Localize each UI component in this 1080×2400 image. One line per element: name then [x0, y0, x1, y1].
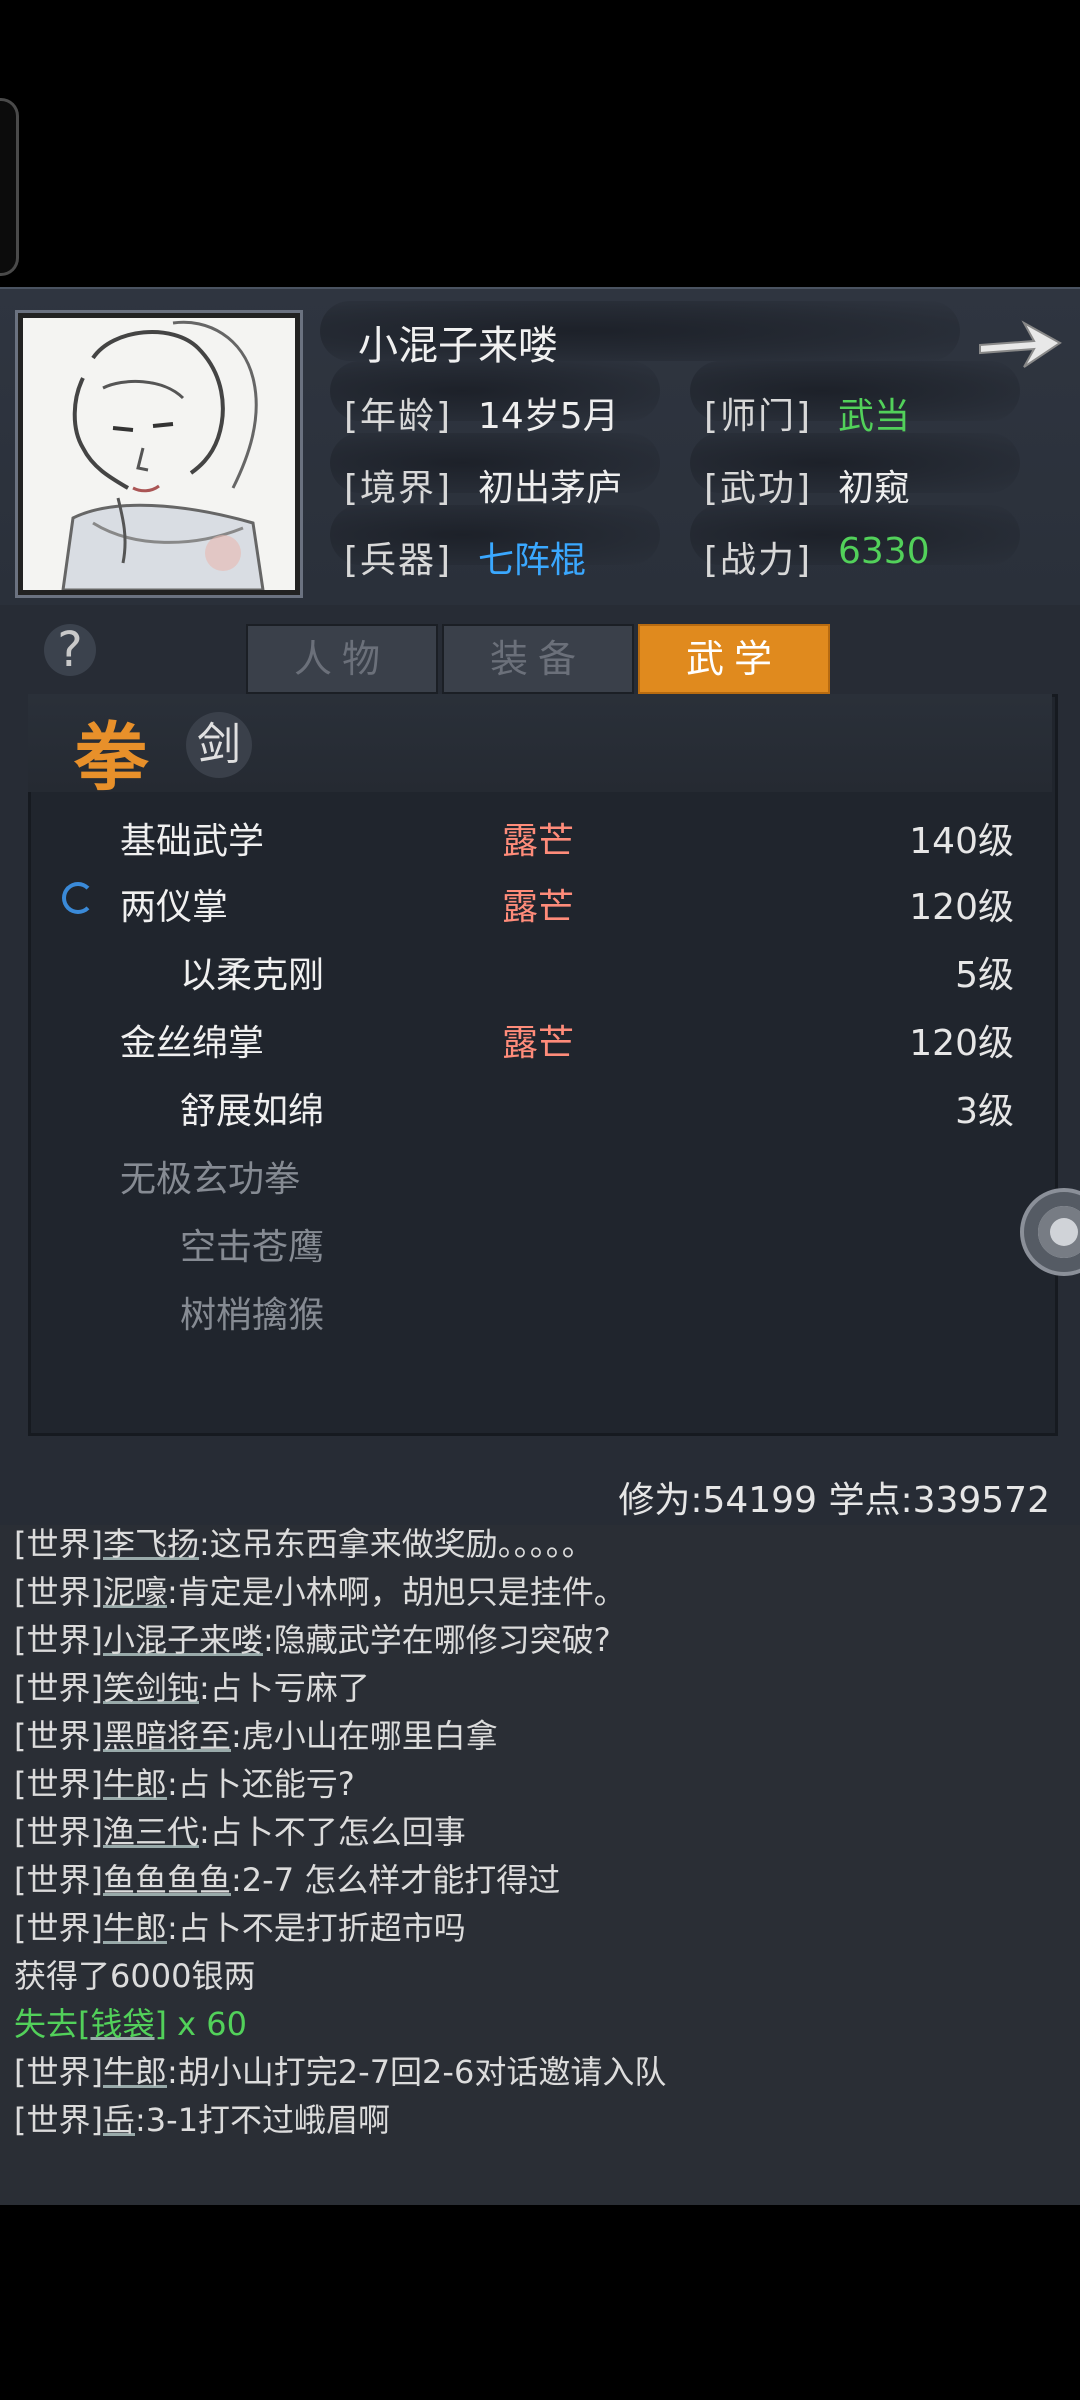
chat-username[interactable]: 牛郎 — [103, 1765, 167, 1803]
sub-skill-name-locked[interactable]: 树梢擒猴 — [180, 1286, 324, 1338]
skill-level: 5级 — [955, 955, 1014, 996]
sect-label: [师门] — [704, 396, 813, 437]
skill-level: 120级 — [909, 1023, 1014, 1064]
system-message: 失去[钱袋] x 60 — [14, 2005, 247, 2043]
chat-message: [世界]小混子来喽:隐藏武学在哪修习突破? — [14, 1621, 611, 1659]
character-header: 小混子来喽 [年龄] 14岁5月 [师门] 武当 [境界] 初出茅庐 [武功] … — [0, 287, 1080, 607]
chat-message: [世界]牛郎:占卜还能亏? — [14, 1765, 355, 1803]
next-arrow-icon[interactable] — [972, 309, 1068, 379]
chat-message: [世界]鱼鱼鱼鱼:2-7 怎么样才能打得过 — [14, 1861, 561, 1899]
chat-username[interactable]: 小混子来喽 — [103, 1621, 263, 1659]
chat-message: [世界]笑剑钝:占卜亏麻了 — [14, 1669, 370, 1707]
skill-level: 140级 — [909, 821, 1014, 862]
tab-martial-arts[interactable]: 武学 — [638, 624, 830, 694]
skill-level: 3级 — [955, 1091, 1014, 1132]
chat-username[interactable]: 牛郎 — [103, 1909, 167, 1947]
age-value: 14岁5月 — [478, 396, 619, 437]
category-sword[interactable]: 剑 — [186, 712, 252, 778]
sub-skill-name-locked[interactable]: 空击苍鹰 — [180, 1218, 324, 1270]
chat-username[interactable]: 牛郎 — [103, 2053, 167, 2091]
chat-message: [世界]李飞扬:这吊东西拿来做奖励。。。。。 — [14, 1525, 594, 1563]
chat-username[interactable]: 岳 — [103, 2101, 135, 2139]
stats-bar: 修为:54199 学点:339572 — [0, 1455, 1080, 1525]
weapon-value[interactable]: 七阵棍 — [478, 531, 586, 583]
chat-message: [世界]牛郎:占卜不是打折超市吗 — [14, 1909, 466, 1947]
chat-message: [世界]黑暗将至:虎小山在哪里白拿 — [14, 1717, 498, 1755]
chat-username[interactable]: 笑剑钝 — [103, 1669, 199, 1707]
skill-level: 120级 — [909, 887, 1014, 928]
chat-username[interactable]: 渔三代 — [103, 1813, 199, 1851]
tab-equipment[interactable]: 装备 — [442, 624, 634, 694]
cultivation-points: 修为:54199 学点:339572 — [618, 1480, 1050, 1521]
character-portrait — [18, 313, 300, 595]
power-value: 6330 — [838, 531, 930, 572]
character-name: 小混子来喽 — [358, 323, 558, 369]
age-label: [年龄] — [344, 396, 453, 437]
martial-value: 初窥 — [838, 468, 911, 509]
sub-skill-name[interactable]: 以柔克刚 — [180, 946, 324, 998]
chat-username[interactable]: 鱼鱼鱼鱼 — [103, 1861, 231, 1899]
chat-message: [世界]牛郎:胡小山打完2-7回2-6对话邀请入队 — [14, 2053, 667, 2091]
skill-name[interactable]: 基础武学 — [120, 812, 264, 864]
side-handle[interactable] — [0, 98, 19, 276]
power-label: [战力] — [704, 540, 813, 581]
tab-character[interactable]: 人物 — [246, 624, 438, 694]
chat-username[interactable]: 李飞扬 — [103, 1525, 199, 1563]
skill-name[interactable]: 金丝绵掌 — [120, 1014, 264, 1066]
training-spinner-icon — [62, 882, 94, 914]
weapon-label: [兵器] — [344, 540, 453, 581]
skill-grade: 露芒 — [502, 821, 575, 862]
chat-message: [世界]岳:3-1打不过峨眉啊 — [14, 2101, 391, 2139]
chat-message: [世界]泥嚎:肯定是小林啊，胡旭只是挂件。 — [14, 1573, 626, 1611]
help-icon[interactable]: ? — [44, 624, 96, 676]
skill-name[interactable]: 两仪掌 — [120, 878, 228, 930]
chat-username[interactable]: 黑暗将至 — [103, 1717, 231, 1755]
realm-value: 初出茅庐 — [478, 468, 623, 509]
martial-label: [武功] — [704, 468, 813, 509]
skill-name-locked[interactable]: 无极玄功拳 — [120, 1150, 300, 1202]
category-fist[interactable]: 拳 — [74, 698, 148, 805]
skill-grade: 露芒 — [502, 1023, 575, 1064]
sub-skill-name[interactable]: 舒展如绵 — [180, 1082, 324, 1134]
system-message: 获得了6000银两 — [14, 1957, 256, 1995]
skill-grade: 露芒 — [502, 887, 575, 928]
chat-message: [世界]渔三代:占卜不了怎么回事 — [14, 1813, 466, 1851]
category-bar — [28, 694, 1052, 792]
sect-value: 武当 — [838, 396, 911, 437]
chat-username[interactable]: 泥嚎 — [103, 1573, 167, 1611]
realm-label: [境界] — [344, 468, 453, 509]
item-link[interactable]: [钱袋] — [78, 2005, 167, 2043]
chat-log[interactable]: [世界]李飞扬:这吊东西拿来做奖励。。。。。 [世界]泥嚎:肯定是小林啊，胡旭只… — [0, 1525, 1080, 2205]
